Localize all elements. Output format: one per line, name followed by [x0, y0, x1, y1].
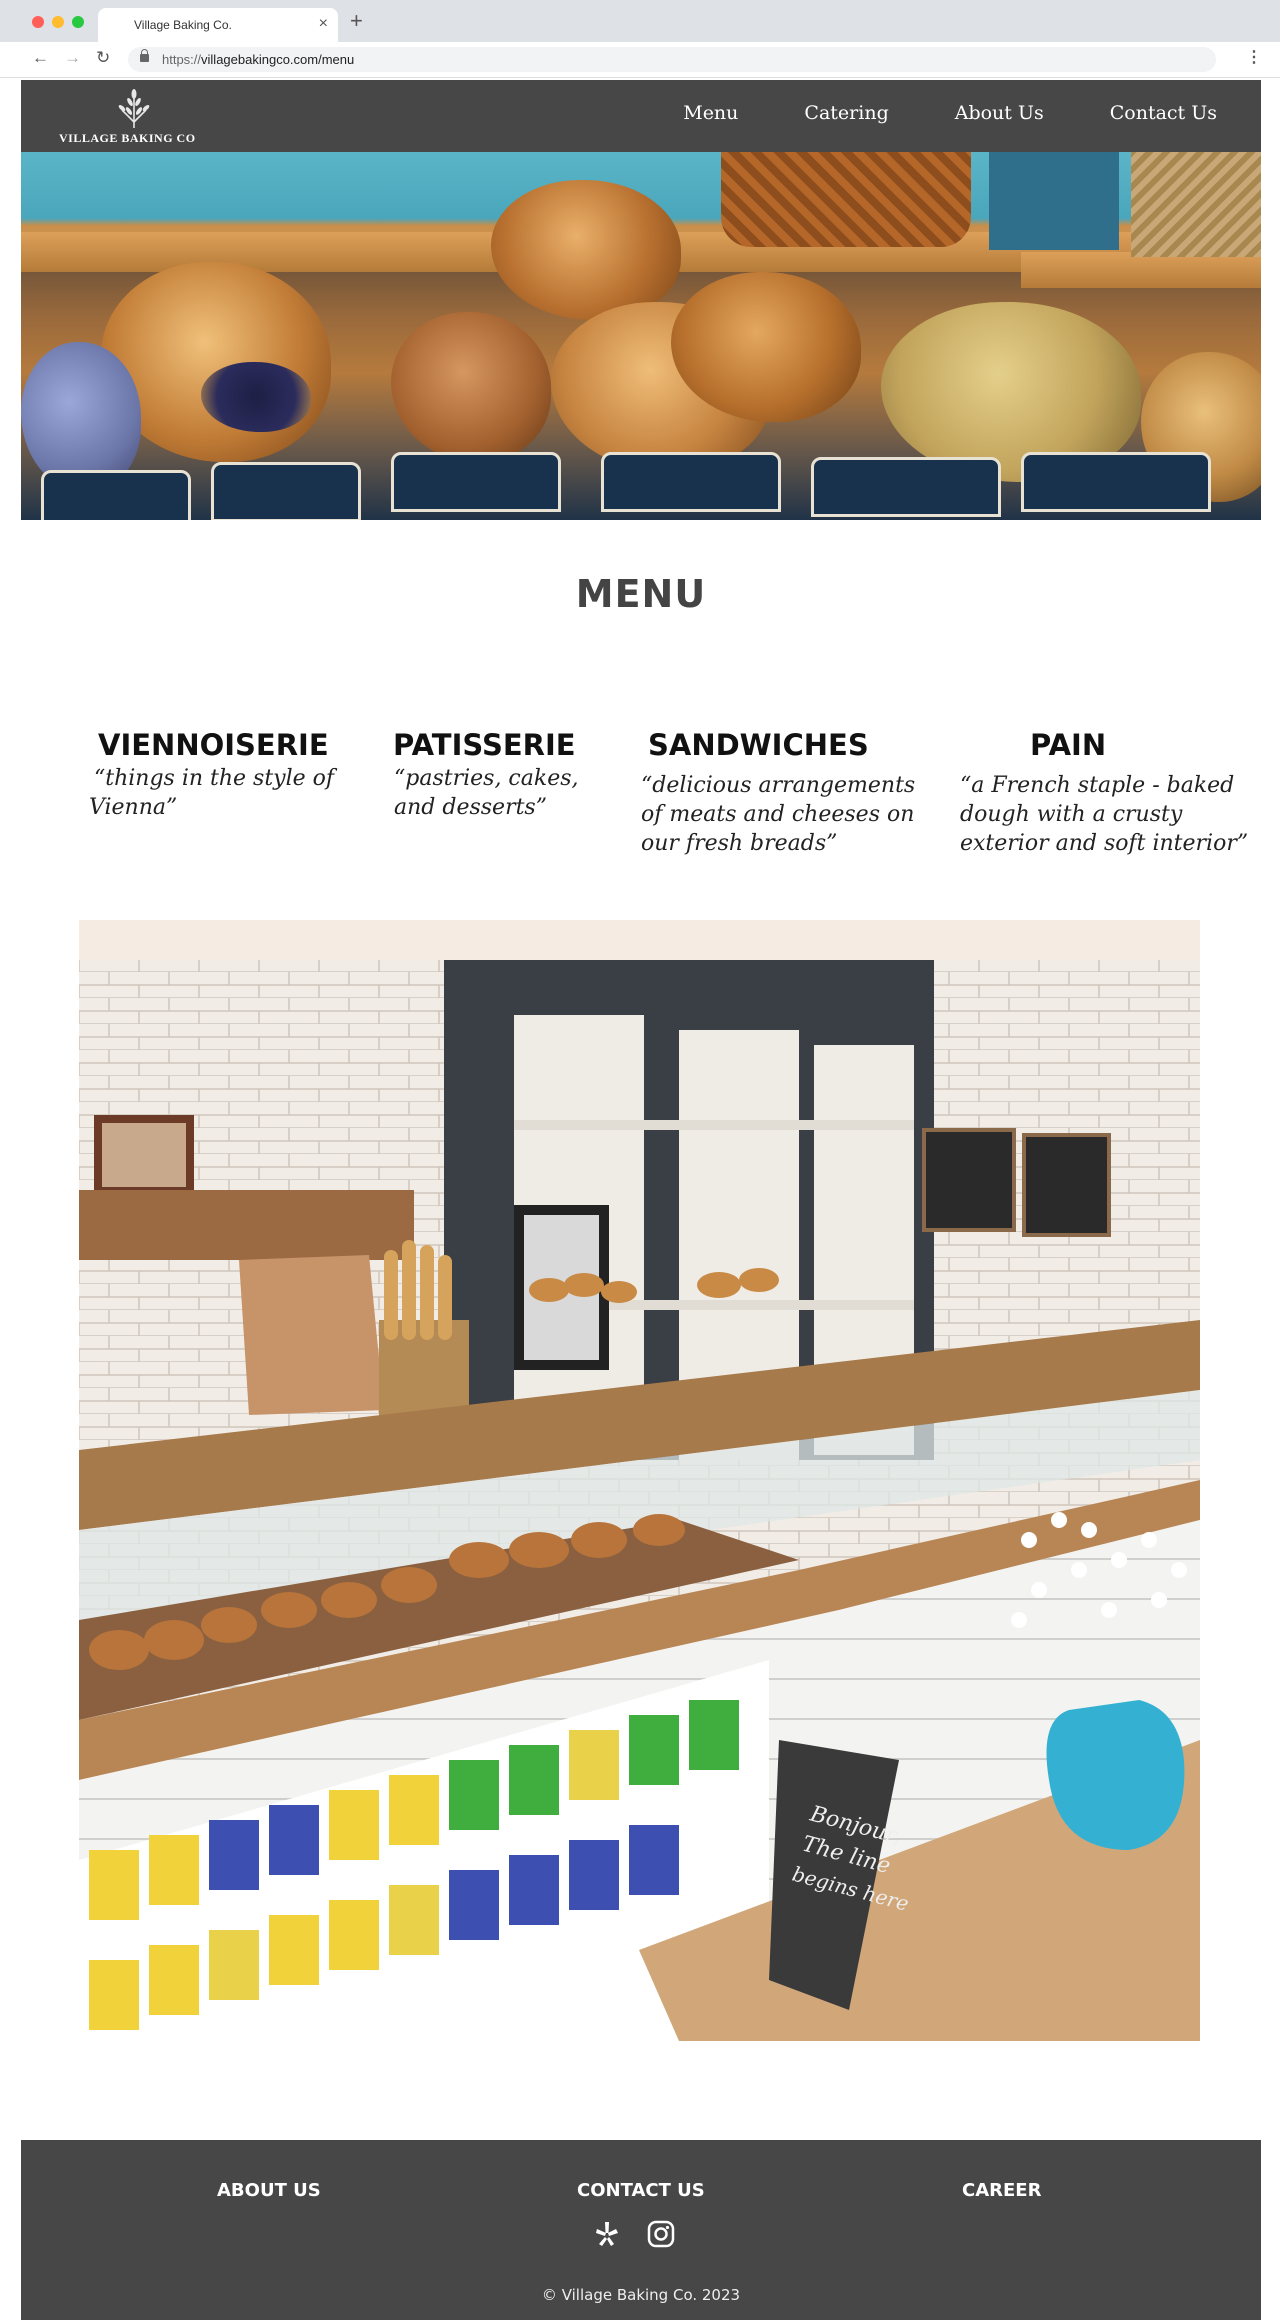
category-title: VIENNOISERIE	[98, 728, 329, 762]
url-text: https://villagebakingco.com/menu	[162, 52, 355, 67]
footer-link-contact-us[interactable]: CONTACT US	[577, 2180, 705, 2201]
price-tag	[1021, 452, 1211, 512]
logo-text: VILLAGE BAKING CO	[59, 131, 196, 145]
hero-image-pastries	[21, 152, 1261, 520]
price-tag	[601, 452, 781, 512]
website: VILLAGE BAKING CO Menu Catering About Us…	[21, 80, 1261, 2320]
window-controls	[32, 16, 84, 28]
wicker-basket	[721, 152, 971, 247]
price-tag	[211, 462, 361, 520]
yelp-icon[interactable]	[594, 2220, 620, 2253]
new-tab-button[interactable]: +	[350, 10, 363, 32]
bakery-interior-photo: Bonjour, The line begins here	[79, 920, 1200, 2041]
category-title: SANDWICHES	[648, 728, 869, 762]
pastry-swirl	[491, 180, 681, 320]
close-tab-icon[interactable]: ×	[319, 15, 328, 33]
close-window-button[interactable]	[32, 16, 44, 28]
minimize-window-button[interactable]	[52, 16, 64, 28]
pastry-muffin	[391, 312, 551, 462]
price-tag	[41, 470, 191, 520]
bakery-interior-illustration: Bonjour, The line begins here	[79, 920, 1200, 2041]
nav-contact-us[interactable]: Contact Us	[1110, 102, 1217, 124]
browser-toolbar: ← → ↻ https://villagebakingco.com/menu ⋮	[0, 42, 1280, 78]
nav-catering[interactable]: Catering	[804, 102, 888, 124]
back-icon[interactable]: ←	[32, 49, 49, 66]
browser-tab[interactable]: Village Baking Co. ×	[98, 8, 338, 42]
nav-about-us[interactable]: About Us	[955, 102, 1044, 124]
category-title: PAIN	[1030, 728, 1107, 762]
category-description: “things in the style of Vienna”	[89, 766, 335, 820]
copyright: © Village Baking Co. 2023	[541, 2286, 741, 2304]
blue-box	[989, 152, 1119, 250]
site-logo[interactable]: VILLAGE BAKING CO	[59, 86, 209, 148]
wicker-basket-right	[1131, 152, 1261, 257]
footer-link-career[interactable]: CAREER	[962, 2180, 1041, 2201]
category-title: PATISSERIE	[393, 728, 576, 762]
lock-icon	[140, 49, 149, 62]
instagram-icon[interactable]	[647, 2220, 675, 2253]
wheat-icon	[118, 89, 150, 128]
address-bar[interactable]: https://villagebakingco.com/menu	[128, 47, 1216, 72]
maximize-window-button[interactable]	[72, 16, 84, 28]
category-description: “pastries, cakes, and desserts”	[394, 766, 579, 820]
nav-menu[interactable]: Menu	[683, 102, 738, 124]
forward-icon[interactable]: →	[64, 49, 81, 66]
footer-link-about-us[interactable]: ABOUT US	[217, 2180, 321, 2201]
browser-menu-icon[interactable]: ⋮	[1246, 50, 1262, 66]
browser-tab-bar: Village Baking Co. × +	[0, 0, 1280, 42]
site-footer: ABOUT US CONTACT US CAREER © Village Bak	[21, 2140, 1261, 2320]
tab-title: Village Baking Co.	[134, 18, 232, 32]
main-nav: Menu Catering About Us Contact Us	[683, 102, 1217, 124]
category-description: “delicious arrangements of meats and che…	[641, 773, 916, 856]
price-tag	[391, 452, 561, 512]
price-tag	[811, 457, 1001, 517]
page-title: MENU	[575, 572, 707, 616]
hero-shelf-right	[1021, 252, 1261, 288]
reload-icon[interactable]: ↻	[96, 49, 110, 66]
category-description: “a French staple - baked dough with a cr…	[960, 773, 1249, 856]
site-header: VILLAGE BAKING CO Menu Catering About Us…	[21, 80, 1261, 152]
